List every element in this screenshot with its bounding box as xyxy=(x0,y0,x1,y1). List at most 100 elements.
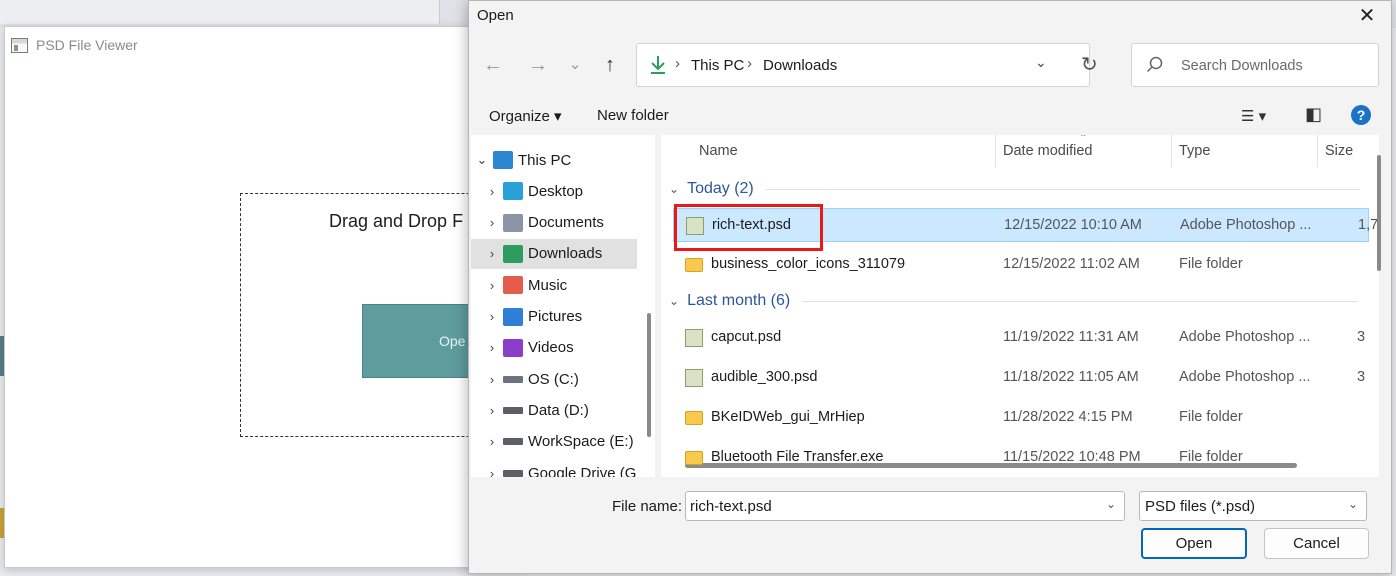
file-row[interactable]: rich-text.psd 12/15/2022 10:10 AM Adobe Ph… xyxy=(673,208,1378,242)
tree-item-label: Data (D:) xyxy=(528,401,589,419)
refresh-icon[interactable]: ↻ xyxy=(1081,52,1098,77)
file-name-cell: capcut.psd xyxy=(711,329,782,345)
chevron-down-icon[interactable]: ⌄ xyxy=(1106,497,1116,511)
search-box[interactable]: Search Downloads xyxy=(1131,43,1379,87)
background-window-tab xyxy=(0,0,440,24)
search-placeholder: Search Downloads xyxy=(1181,58,1303,74)
address-dropdown-icon[interactable]: ⌄ xyxy=(1035,54,1047,71)
tree-item[interactable]: › WorkSpace (E:) xyxy=(471,427,637,457)
column-divider[interactable] xyxy=(1171,135,1172,167)
file-size-cell: 3 xyxy=(1357,329,1366,345)
file-name-cell: BKeIDWeb_gui_MrHiep xyxy=(711,409,865,425)
chevron-down-icon[interactable]: ⌄ xyxy=(471,152,493,168)
file-size-cell: 3 xyxy=(1357,369,1366,385)
vertical-scrollbar[interactable] xyxy=(1377,155,1381,271)
pictures-icon xyxy=(503,307,523,326)
file-row[interactable]: BKeIDWeb_gui_MrHiep 11/28/2022 4:15 PM Fil… xyxy=(673,401,1369,435)
file-name-input[interactable]: rich-text.psd ⌄ xyxy=(685,491,1125,521)
navigation-pane-scrollbar[interactable] xyxy=(647,313,651,437)
cancel-button[interactable]: Cancel xyxy=(1264,528,1369,559)
tree-item-label: WorkSpace (E:) xyxy=(528,433,634,451)
date-modified-cell: 11/19/2022 11:31 AM xyxy=(1003,329,1139,345)
breadcrumb-downloads[interactable]: Downloads xyxy=(763,57,837,74)
tree-item[interactable]: › Google Drive (G xyxy=(471,458,637,478)
open-button[interactable]: Open xyxy=(1141,528,1247,559)
tree-item[interactable]: › Documents xyxy=(471,208,637,238)
breadcrumb-separator-icon: › xyxy=(675,55,680,72)
drive-g-icon xyxy=(503,469,523,477)
file-type-cell: Adobe Photoshop ... xyxy=(1179,329,1311,345)
up-arrow-icon[interactable]: ↑ xyxy=(596,51,624,79)
chevron-right-icon[interactable]: › xyxy=(481,215,503,230)
drive-d-icon xyxy=(503,406,523,414)
file-type-cell: Adobe Photoshop ... xyxy=(1179,369,1311,385)
chevron-right-icon[interactable]: › xyxy=(481,278,503,293)
tree-item[interactable]: › Pictures xyxy=(471,302,637,332)
chevron-right-icon[interactable]: › xyxy=(481,340,503,355)
tree-item[interactable]: › Desktop xyxy=(471,176,637,206)
tree-item[interactable]: › Videos xyxy=(471,333,637,363)
tree-item[interactable]: › Downloads xyxy=(471,238,637,269)
file-name-cell: audible_300.psd xyxy=(711,369,818,385)
breadcrumb-separator-icon: › xyxy=(747,55,752,72)
date-modified-cell: 12/15/2022 11:02 AM xyxy=(1003,256,1140,272)
preview-pane-icon[interactable]: ◧ xyxy=(1305,104,1322,125)
viewer-title: PSD File Viewer xyxy=(36,37,138,53)
drive-e-icon xyxy=(503,438,523,446)
chevron-right-icon[interactable]: › xyxy=(481,184,503,199)
group-header-today[interactable]: ⌄ Today (2) xyxy=(669,180,1360,198)
file-type-select[interactable]: PSD files (*.psd) ⌄ xyxy=(1139,491,1367,521)
chevron-right-icon[interactable]: › xyxy=(481,246,503,261)
tree-item[interactable]: › Music xyxy=(471,270,637,300)
forward-arrow-icon[interactable]: → xyxy=(524,51,552,79)
file-row[interactable]: capcut.psd 11/19/2022 11:31 AM Adobe Photo… xyxy=(673,321,1369,355)
tree-item-label: Documents xyxy=(528,214,604,232)
new-folder-button[interactable]: New folder xyxy=(597,107,669,124)
tree-item[interactable]: › Data (D:) xyxy=(471,395,637,425)
app-icon xyxy=(11,37,28,53)
file-name-label: File name: xyxy=(612,498,683,515)
column-header-date[interactable]: Date modified xyxy=(1003,143,1092,159)
address-bar[interactable]: › This PC › Downloads ⌄ ↻ xyxy=(636,43,1098,87)
back-arrow-icon[interactable]: ← xyxy=(479,51,507,79)
chevron-right-icon[interactable]: › xyxy=(481,403,503,418)
date-modified-cell: 11/15/2022 10:48 PM xyxy=(1003,449,1141,465)
tree-item-label: Downloads xyxy=(528,245,603,263)
group-header-last-month[interactable]: ⌄ Last month (6) xyxy=(669,292,1359,310)
file-row[interactable]: business_color_icons_311079 12/15/2022 11… xyxy=(673,248,1369,282)
folder-icon xyxy=(685,258,703,272)
tree-item-label: OS (C:) xyxy=(528,370,579,388)
tree-item[interactable]: ⌄ This PC xyxy=(471,145,637,175)
column-divider[interactable] xyxy=(1317,135,1318,167)
column-header-name[interactable]: Name xyxy=(699,143,738,159)
tree-item-label: Pictures xyxy=(528,308,583,325)
group-label: Today (2) xyxy=(687,180,754,197)
chevron-right-icon[interactable]: › xyxy=(481,434,503,449)
help-icon[interactable]: ? xyxy=(1351,105,1371,125)
file-type-cell: File folder xyxy=(1179,449,1243,465)
file-type-cell: File folder xyxy=(1179,409,1243,425)
file-row[interactable]: Bluetooth File Transfer.exe 11/15/2022 10… xyxy=(673,441,1369,475)
psd-file-icon xyxy=(685,329,703,347)
search-icon xyxy=(1146,56,1163,73)
view-options-icon[interactable]: ☰ ▾ xyxy=(1241,107,1266,125)
organize-button[interactable]: Organize ▾ xyxy=(489,107,562,125)
tree-item[interactable]: › OS (C:) xyxy=(471,364,637,394)
file-row[interactable]: audible_300.psd 11/18/2022 11:05 AM Adobe … xyxy=(673,361,1369,395)
column-divider[interactable] xyxy=(995,135,996,167)
column-header-type[interactable]: Type xyxy=(1179,143,1210,159)
chevron-right-icon[interactable]: › xyxy=(481,309,503,324)
chevron-right-icon[interactable]: › xyxy=(481,372,503,387)
close-icon[interactable]: ✕ xyxy=(1353,4,1381,28)
psd-file-icon xyxy=(685,369,703,387)
tree-item-label: Desktop xyxy=(528,182,584,200)
viewer-title-bar: PSD File Viewer xyxy=(11,35,138,55)
collapse-chevron-icon: ⌄ xyxy=(669,294,680,308)
chevron-right-icon[interactable]: › xyxy=(481,466,503,478)
file-type-cell: Adobe Photoshop ... xyxy=(1180,217,1312,233)
breadcrumb-this-pc[interactable]: This PC xyxy=(691,57,744,74)
column-header-size[interactable]: Size xyxy=(1325,143,1353,159)
file-name-cell: Bluetooth File Transfer.exe xyxy=(711,449,884,465)
file-name-value: rich-text.psd xyxy=(690,498,772,515)
recent-locations-chevron-icon[interactable]: ⌄ xyxy=(561,51,589,79)
